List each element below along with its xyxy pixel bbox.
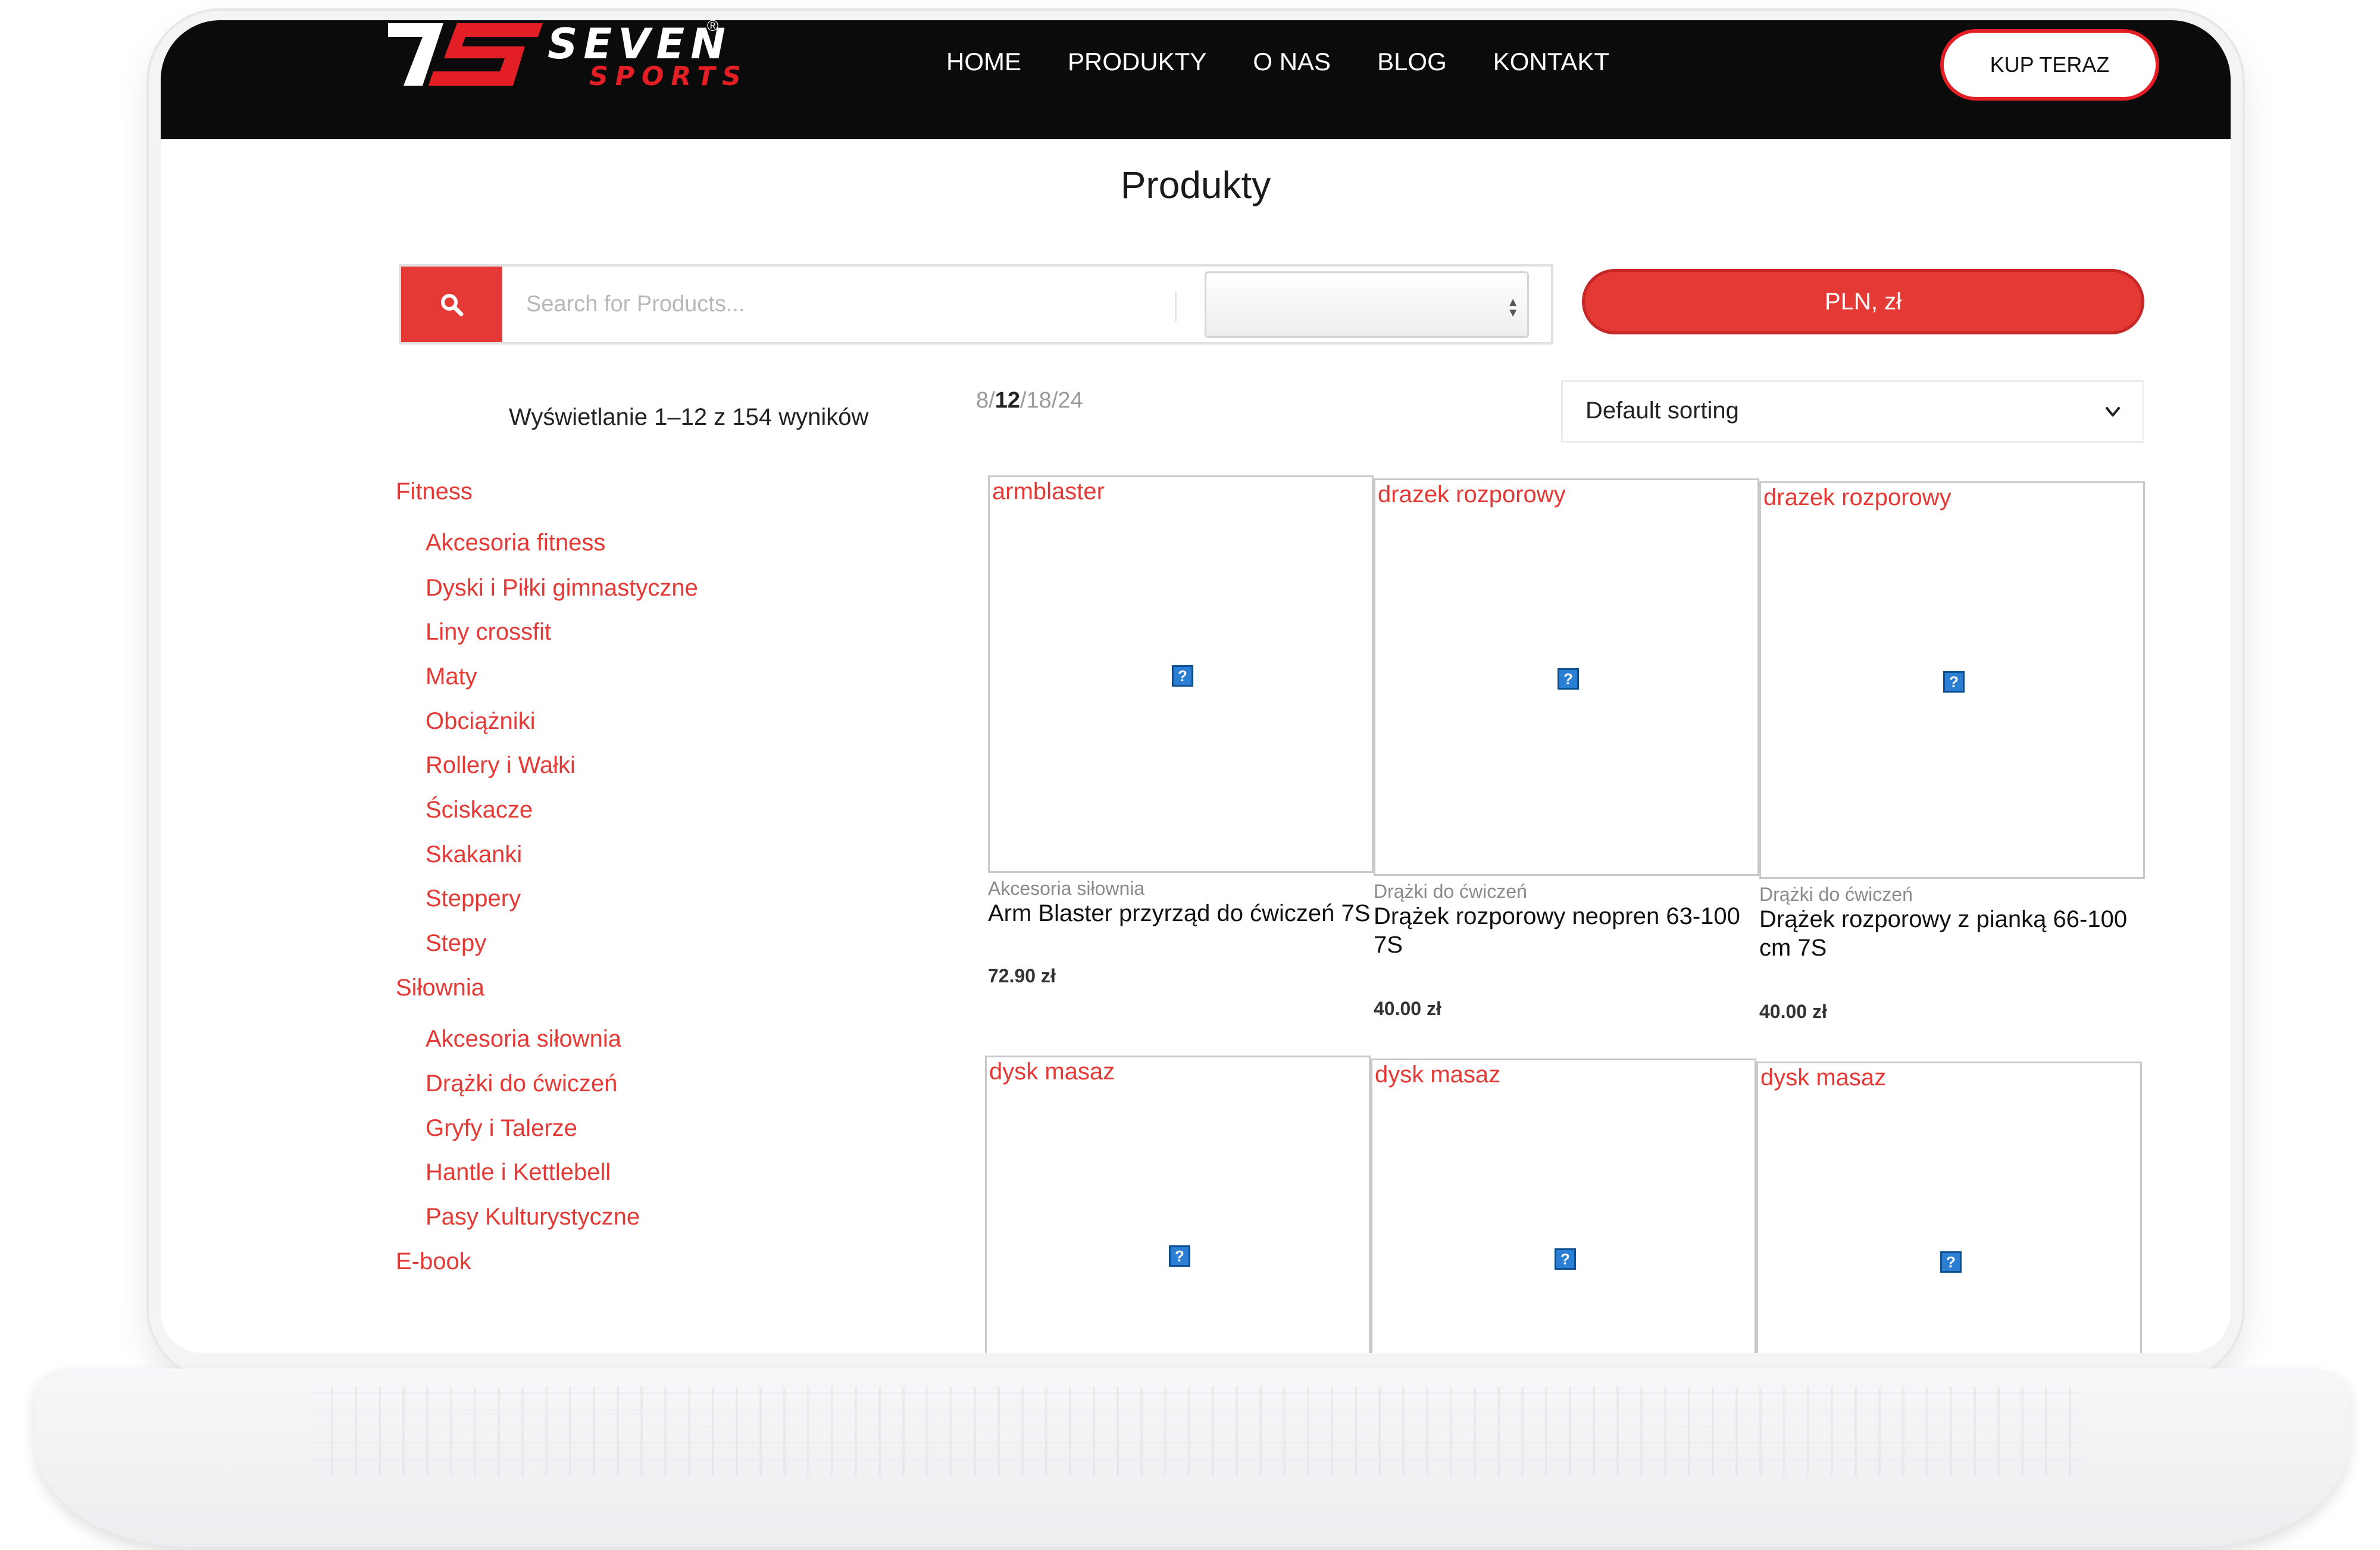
product-name[interactable]: Arm Blaster przyrząd do ćwiczeń 7S	[988, 899, 1375, 928]
page-title: Produkty	[1120, 164, 1271, 206]
search-input[interactable]	[502, 267, 1175, 342]
laptop-screen: SEVEN SPORTS ® HOME PRODUKTY O NAS BLOG …	[161, 20, 2231, 1353]
product-search: ▲▼	[399, 264, 1553, 345]
product-name[interactable]: Drążek rozporowy neopren 63-100 7S	[1374, 902, 1760, 959]
product-name[interactable]: Drążek rozporowy z pianką 66-100 cm 7S	[1759, 905, 2146, 962]
keyboard	[309, 1386, 2083, 1476]
product-category[interactable]: Akcesoria siłownia	[988, 878, 1144, 900]
category-select[interactable]: ▲ ▼	[1205, 271, 1529, 338]
search-divider	[1175, 292, 1177, 321]
nav-kontakt[interactable]: KONTAKT	[1493, 44, 1609, 80]
product-image[interactable]: dysk masaz ?	[1756, 1061, 2142, 1353]
sidebar-subcategory[interactable]: Pasy Kulturystyczne	[426, 1204, 640, 1230]
nav-home[interactable]: HOME	[946, 44, 1021, 80]
product-image[interactable]: dysk masaz ?	[1371, 1059, 1756, 1353]
sidebar-category-silownia[interactable]: Siłownia	[396, 975, 484, 1001]
sidebar-category-fitness[interactable]: Fitness	[396, 478, 473, 505]
site-header: SEVEN SPORTS ® HOME PRODUKTY O NAS BLOG …	[161, 20, 2231, 139]
broken-image-icon: ?	[1555, 1248, 1576, 1270]
per-page-selector: 8/12/18/24	[976, 388, 1083, 413]
broken-image-icon: ?	[1172, 665, 1193, 687]
product-price: 40.00 zł	[1374, 998, 1441, 1019]
product-category[interactable]: Drążki do ćwiczeń	[1759, 884, 1913, 906]
broken-image-icon: ?	[1943, 671, 1965, 693]
product-image-alt: drazek rozporowy	[1378, 481, 1566, 508]
search-icon	[441, 293, 464, 316]
main-nav: HOME PRODUKTY O NAS BLOG KONTAKT	[946, 44, 1609, 80]
nav-produkty[interactable]: PRODUKTY	[1068, 44, 1206, 80]
sidebar-subcategory[interactable]: Rollery i Wałki	[426, 752, 576, 779]
nav-o-nas[interactable]: O NAS	[1253, 44, 1331, 80]
product-image[interactable]: drazek rozporowy ?	[1374, 478, 1759, 876]
site-logo[interactable]: SEVEN SPORTS ®	[387, 20, 741, 95]
logo-subtitle: SPORTS	[589, 61, 748, 92]
per-page-8[interactable]: 8	[976, 388, 989, 413]
sidebar-subcategory[interactable]: Maty	[426, 663, 477, 690]
broken-image-icon: ?	[1558, 668, 1579, 690]
chevron-down-icon	[2106, 407, 2120, 417]
sidebar-subcategory[interactable]: Stepy	[426, 930, 486, 957]
product-price: 72.90 zł	[988, 965, 1056, 987]
logo-mark	[388, 23, 543, 86]
per-page-12[interactable]: 12	[995, 388, 1020, 413]
sidebar-subcategory[interactable]: Drążki do ćwiczeń	[426, 1070, 617, 1097]
per-page-24[interactable]: 24	[1058, 388, 1083, 413]
search-button[interactable]	[401, 267, 502, 342]
sort-select-value: Default sorting	[1585, 397, 1739, 424]
sidebar-subcategory[interactable]: Obciążniki	[426, 708, 536, 735]
sidebar-subcategory[interactable]: Hantle i Kettlebell	[426, 1159, 611, 1186]
sidebar-subcategory[interactable]: Liny crossfit	[426, 619, 551, 646]
sidebar-subcategory[interactable]: Ściskacze	[426, 797, 533, 823]
sidebar-subcategory[interactable]: Gryfy i Talerze	[426, 1115, 577, 1142]
product-image[interactable]: drazek rozporowy ?	[1759, 481, 2145, 879]
sort-select[interactable]: Default sorting	[1561, 380, 2144, 443]
broken-image-icon: ?	[1940, 1251, 1962, 1273]
sidebar-subcategory[interactable]: Steppery	[426, 885, 521, 912]
sidebar-subcategory[interactable]: Akcesoria fitness	[426, 530, 605, 556]
currency-switcher[interactable]: PLN, zł	[1582, 269, 2144, 334]
product-image[interactable]: armblaster ?	[988, 475, 1374, 873]
product-image-alt: dysk masaz	[1375, 1061, 1501, 1088]
registered-mark: ®	[707, 20, 719, 35]
buy-now-button[interactable]: KUP TERAZ	[1940, 29, 2159, 101]
broken-image-icon: ?	[1169, 1245, 1190, 1267]
sidebar-subcategory[interactable]: Skakanki	[426, 841, 522, 868]
product-price: 40.00 zł	[1759, 1001, 1827, 1022]
product-image-alt: armblaster	[992, 478, 1105, 505]
product-image-alt: dysk masaz	[1760, 1064, 1887, 1091]
nav-blog[interactable]: BLOG	[1377, 44, 1447, 80]
product-category[interactable]: Drążki do ćwiczeń	[1374, 881, 1527, 903]
sidebar-subcategory[interactable]: Akcesoria siłownia	[426, 1026, 621, 1053]
per-page-18[interactable]: 18	[1027, 388, 1052, 413]
logo-wordmark: SEVEN	[548, 20, 731, 68]
results-count: Wyświetlanie 1–12 z 154 wyników	[509, 404, 869, 430]
select-arrows-icon: ▲ ▼	[1507, 296, 1519, 320]
product-image[interactable]: dysk masaz ?	[985, 1056, 1371, 1353]
sidebar-subcategory[interactable]: Dyski i Piłki gimnastyczne	[426, 575, 698, 602]
product-image-alt: dysk masaz	[989, 1059, 1115, 1085]
sidebar-category-ebook[interactable]: E-book	[396, 1248, 471, 1275]
product-image-alt: drazek rozporowy	[1763, 484, 1951, 511]
